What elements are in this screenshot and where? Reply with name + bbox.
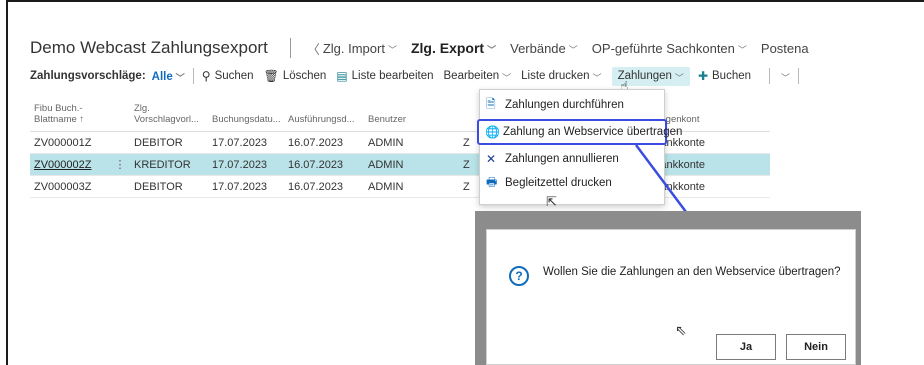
cell-account: Bankkonte [653,158,705,171]
cell-type: KREDITOR [134,158,191,171]
top-nav: 〈 Zlg. Import ﹀ Zlg. Export ﹀ Verbände ﹀ OP… [307,39,823,58]
col-header[interactable]: Benutzer [368,114,463,125]
filter-label: Alle [151,70,173,83]
menu-item-label: Zahlungen annullieren [505,153,619,165]
cell-exec-date: 16.07.2023 [288,136,344,149]
divider [192,68,194,84]
nav-label: Zlg. Export [410,40,485,56]
menu-item-label: Zahlungen durchführen [505,99,624,111]
edit-menu-button[interactable]: Bearbeiten ﹀ [444,70,512,83]
menu-item-cancel-payments[interactable]: ✕ Zahlungen annullieren [480,147,664,171]
col-header[interactable]: Zlg. Vorschlagvorl... [130,103,212,125]
nav-label: OP-geführte Sachkonten [591,40,735,56]
post-icon: ✚ [697,69,708,83]
nav-postena[interactable]: Postena [761,41,809,56]
title-bar: Demo Webcast Zahlungsexport 〈 Zlg. Impor… [30,36,823,60]
pointer-cursor-icon: ⇖ [675,322,687,338]
yes-button[interactable]: Ja [716,334,776,360]
question-icon: ? [509,266,529,286]
cell-user: ADMIN [368,158,404,171]
col-header[interactable]: Buchungsdatu... [212,114,288,125]
nav-verbaende[interactable]: Verbände ﹀ [510,41,578,56]
actionbar-label: Zahlungsvorschläge: [30,70,146,82]
col-header[interactable]: Ausführungsd... [288,114,368,125]
menu-item-print-slip[interactable]: 🖶 Begleitzettel drucken [480,171,664,195]
menu-item-label: Zahlung an Webservice übertragen [502,126,683,138]
nav-label: Zlg. Import [322,40,385,56]
chevron-down-icon: ﹀ [737,44,747,55]
cell-name[interactable]: ZV000001Z [30,137,110,149]
nav-label: Postena [760,40,809,56]
menu-item-label: Begleitzettel drucken [505,177,612,189]
title-separator [289,38,291,58]
menu-item-execute-payments[interactable]: 🗎 Zahlungen durchführen [480,93,664,117]
pointer-cursor-icon: ⇱ [546,194,557,209]
chevron-down-icon: ﹀ [387,44,397,55]
menu-item-transfer-webservice[interactable]: 🌐 Zahlung an Webservice übertragen [477,119,682,145]
chevron-down-icon[interactable]: ﹀ [781,71,790,84]
document-check-icon: 🗎 [486,96,496,111]
confirm-dialog: ? Wollen Sie die Zahlungen an den Webser… [486,229,856,365]
chevron-down-icon: ﹀ [487,44,497,55]
edit-list-icon: ▤ [336,69,348,83]
chevron-down-icon: ﹀ [592,72,602,83]
payments-dropdown-menu: 🗎 Zahlungen durchführen 🌐 Zahlung an Web… [477,89,682,205]
cell-posting-date: 17.07.2023 [212,180,268,193]
trash-icon: 🗑 [263,69,279,83]
cell-type: DEBITOR [134,136,183,149]
filter-dropdown[interactable]: Alle ﹀ [152,70,185,83]
post-button[interactable]: ✚ Buchen [698,69,751,83]
post-label: Buchen [712,70,752,82]
confirm-dialog-backdrop: ? Wollen Sie die Zahlungen an den Webser… [475,211,861,365]
search-label: Suchen [214,70,254,82]
cell-exec-date: 16.07.2023 [288,180,344,193]
chevron-down-icon: ﹀ [568,44,578,55]
x-icon: ✕ [486,152,497,166]
chevron-down-icon: ﹀ [175,72,185,83]
cell-posting-date: 17.07.2023 [212,136,268,149]
nav-back-icon[interactable]: 〈 [307,39,320,58]
search-button[interactable]: ⚲ Suchen [202,69,254,83]
print-list-button[interactable]: Liste drucken ﹀ [521,70,601,83]
chevron-down-icon: ﹀ [502,72,512,83]
divider [769,68,771,84]
globe-icon: 🌐 [485,125,500,139]
chevron-down-icon: ﹀ [674,72,684,83]
search-icon: ⚲ [201,69,211,83]
no-button[interactable]: Nein [786,334,846,360]
cell-user: ADMIN [368,180,404,193]
cell-type: DEBITOR [134,180,183,193]
col-header[interactable]: Fibu Buch.- Blattname ↑ [30,103,110,125]
edit-list-label: Liste bearbeiten [351,70,434,82]
divider [798,68,800,84]
delete-label: Löschen [282,70,327,82]
cell-user: ADMIN [368,136,404,149]
nav-label: Verbände [510,40,566,56]
nav-zlg-export[interactable]: Zlg. Export ﹀ [411,40,496,56]
delete-button[interactable]: 🗑 Löschen [264,69,327,83]
row-menu-icon[interactable]: ⋮ [110,158,130,171]
nav-op-sachkonten[interactable]: OP-geführte Sachkonten ﹀ [592,41,747,56]
print-list-label: Liste drucken [521,70,590,82]
nav-zlg-import[interactable]: Zlg. Import ﹀ [323,41,397,56]
print-document-icon: 🖶 [486,174,498,189]
app-title: Demo Webcast Zahlungsexport [30,38,268,57]
edit-label: Bearbeiten [443,70,500,82]
edit-list-button[interactable]: ▤ Liste bearbeiten [336,69,433,83]
dialog-message: Wollen Sie die Zahlungen an den Webservi… [543,266,841,278]
action-bar: Zahlungsvorschläge: Alle ﹀ ⚲ Suchen 🗑 Lösch… [30,64,807,88]
cell-exec-date: 16.07.2023 [288,158,344,171]
cell-posting-date: 17.07.2023 [212,158,268,171]
cell-name[interactable]: ZV000003Z [30,181,110,193]
cell-name[interactable]: ZV000002Z [30,159,110,171]
cell-account: Bankkonte [653,180,705,193]
